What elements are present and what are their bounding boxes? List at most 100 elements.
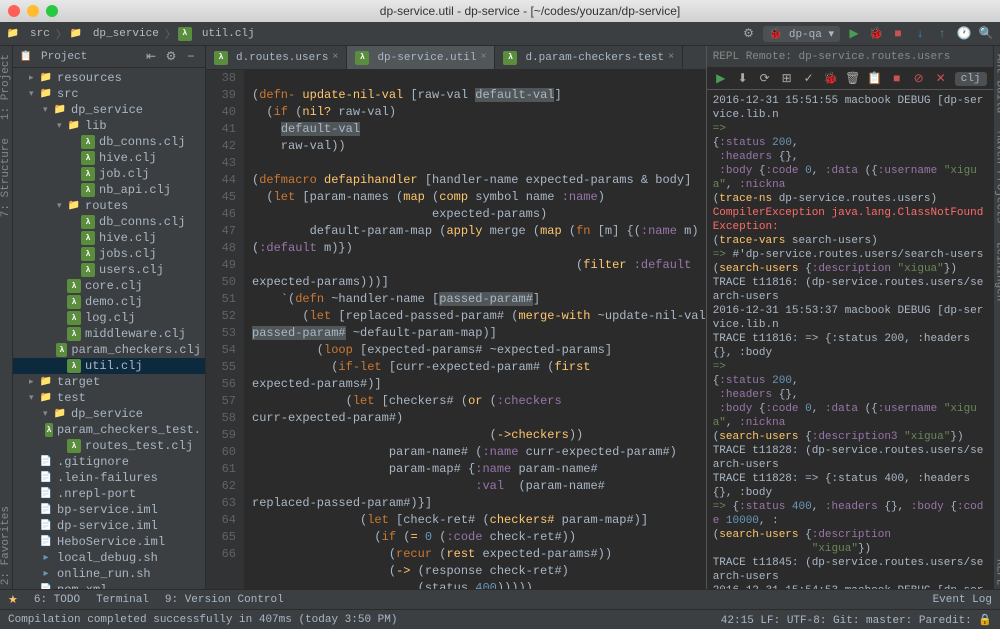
run-config-selector[interactable]: 🐞 dp-qa ▾ (763, 26, 840, 42)
tree-item[interactable]: 📄pom.xml (13, 582, 205, 589)
tree-label: nb_api.clj (99, 183, 171, 197)
tree-item[interactable]: λdb_conns.clj (13, 134, 205, 150)
tool-structure[interactable]: 7: Structure (0, 134, 12, 221)
repl-sync-icon[interactable]: ⟳ (757, 71, 773, 87)
tool-eventlog[interactable]: Event Log (933, 594, 992, 606)
tree-item[interactable]: ▾📁test (13, 390, 205, 406)
code-content[interactable]: (defn- update-nil-val [raw-val default-v… (244, 70, 706, 589)
repl-ns-icon[interactable]: ⊞ (779, 71, 795, 87)
tool-repl[interactable]: REPL (994, 555, 1000, 589)
tree-item[interactable]: λroutes_test.clj (13, 438, 205, 454)
tree-item[interactable]: ▾📁src (13, 86, 205, 102)
tree-label: job.clj (99, 167, 149, 181)
tree-item[interactable]: 📄.nrepl-port (13, 486, 205, 502)
gear-icon[interactable]: ⚙ (163, 49, 179, 65)
tree-item[interactable]: λmiddleware.clj (13, 326, 205, 342)
breadcrumb-item[interactable]: util.clj (198, 26, 259, 42)
tree-item[interactable]: 📄HeboService.iml (13, 534, 205, 550)
close-icon[interactable]: × (668, 52, 674, 63)
encoding[interactable]: LF: UTF-8: (760, 615, 826, 627)
tree-item[interactable]: λdb_conns.clj (13, 214, 205, 230)
folder-icon: 📁 (39, 87, 53, 101)
repl-trash-icon[interactable]: 🗑 (845, 71, 861, 87)
tree-item[interactable]: ▸online_run.sh (13, 566, 205, 582)
project-tree[interactable]: ▸📁resources▾📁src▾📁dp_service▾📁libλdb_con… (13, 68, 205, 589)
repl-clear-icon[interactable]: ⊘ (911, 71, 927, 87)
tree-item[interactable]: λjobs.clj (13, 246, 205, 262)
tree-item[interactable]: ▾📁dp_service (13, 406, 205, 422)
tree-item[interactable]: ▸local_debug.sh (13, 550, 205, 566)
close-icon[interactable]: × (480, 52, 486, 63)
tree-item[interactable]: λutil.clj (13, 358, 205, 374)
compile-icon[interactable]: ⚙ (741, 26, 757, 42)
tree-label: hive.clj (99, 231, 157, 245)
repl-load-icon[interactable]: ⬇ (735, 71, 751, 87)
tree-label: bp-service.iml (57, 503, 158, 517)
repl-lang-selector[interactable]: clj (955, 72, 987, 86)
repl-test-icon[interactable]: ✓ (801, 71, 817, 87)
breadcrumb-item[interactable]: dp_service (89, 26, 163, 42)
editor-area: λd.routes.users×λdp-service.util×λd.para… (206, 46, 706, 589)
repl-run-icon[interactable]: ▶ (713, 71, 729, 87)
repl-panel: REPL Remote: dp-service.routes.users ▶ ⬇… (706, 46, 993, 589)
tree-item[interactable]: 📄.lein-failures (13, 470, 205, 486)
tree-item[interactable]: λdemo.clj (13, 294, 205, 310)
tool-vcs[interactable]: 9: Version Control (165, 594, 284, 606)
breadcrumb-item[interactable]: src (26, 26, 54, 42)
search-icon[interactable]: 🔍 (978, 26, 994, 42)
tree-item[interactable]: λparam_checkers.clj (13, 342, 205, 358)
run-icon[interactable]: ▶ (846, 26, 862, 42)
vcs-update-icon[interactable]: ↓ (912, 26, 928, 42)
tree-item[interactable]: 📄dp-service.iml (13, 518, 205, 534)
hide-icon[interactable]: − (183, 49, 199, 65)
tree-item[interactable]: λjob.clj (13, 166, 205, 182)
tool-ant[interactable]: Ant Build (994, 50, 1000, 117)
editor-tab[interactable]: λd.routes.users× (206, 46, 347, 69)
close-window-icon[interactable] (8, 5, 20, 17)
editor[interactable]: 38 39 40 41 42 43 44 45 46 47 48 49 50 5… (206, 70, 706, 589)
editor-tab[interactable]: λdp-service.util× (347, 46, 495, 69)
tool-maven[interactable]: Maven Projects (994, 127, 1000, 227)
tree-item[interactable]: λcore.clj (13, 278, 205, 294)
tool-todo[interactable]: 6: TODO (34, 594, 80, 606)
tool-project[interactable]: 1: Project (0, 50, 12, 124)
tree-item[interactable]: λparam_checkers_test. (13, 422, 205, 438)
tree-label: .lein-failures (57, 471, 158, 485)
tree-item[interactable]: 📄bp-service.iml (13, 502, 205, 518)
repl-stop-icon[interactable]: ■ (889, 71, 905, 87)
repl-close-icon[interactable]: ✕ (933, 71, 949, 87)
zoom-window-icon[interactable] (46, 5, 58, 17)
repl-history-icon[interactable]: 📋 (867, 71, 883, 87)
tree-item[interactable]: λhive.clj (13, 230, 205, 246)
tree-item[interactable]: λnb_api.clj (13, 182, 205, 198)
close-icon[interactable]: × (332, 52, 338, 63)
repl-debug-icon[interactable]: 🐞 (823, 71, 839, 87)
debug-icon[interactable]: 🐞 (868, 26, 884, 42)
stop-icon[interactable]: ■ (890, 26, 906, 42)
git-branch[interactable]: Git: master: (833, 615, 912, 627)
tree-item[interactable]: ▾📁dp_service (13, 102, 205, 118)
vcs-commit-icon[interactable]: ↑ (934, 26, 950, 42)
editor-tab[interactable]: λd.param-checkers-test× (495, 46, 683, 69)
tool-terminal[interactable]: Terminal (96, 594, 149, 606)
tree-item[interactable]: ▾📁routes (13, 198, 205, 214)
clj-icon: λ (81, 151, 95, 165)
collapse-icon[interactable]: ⇤ (143, 49, 159, 65)
vcs-history-icon[interactable]: 🕐 (956, 26, 972, 42)
tree-item[interactable]: 📄.gitignore (13, 454, 205, 470)
minimize-window-icon[interactable] (27, 5, 39, 17)
repl-output[interactable]: 2016-12-31 15:51:55 macbook DEBUG [dp-se… (707, 90, 993, 589)
tool-favorites[interactable]: 2: Favorites (0, 502, 12, 589)
tool-lein[interactable]: Leiningen (994, 238, 1000, 305)
tree-item[interactable]: ▸📁target (13, 374, 205, 390)
tree-item[interactable]: λusers.clj (13, 262, 205, 278)
paredit-mode[interactable]: Paredit: (919, 615, 972, 627)
repl-toolbar: ▶ ⬇ ⟳ ⊞ ✓ 🐞 🗑 📋 ■ ⊘ ✕ clj (707, 68, 993, 90)
tree-label: src (57, 87, 79, 101)
status-message: Compilation completed successfully in 40… (8, 614, 397, 626)
tree-label: .nrepl-port (57, 487, 136, 501)
tree-item[interactable]: ▸📁resources (13, 70, 205, 86)
tree-item[interactable]: λhive.clj (13, 150, 205, 166)
tree-item[interactable]: λlog.clj (13, 310, 205, 326)
tree-item[interactable]: ▾📁lib (13, 118, 205, 134)
